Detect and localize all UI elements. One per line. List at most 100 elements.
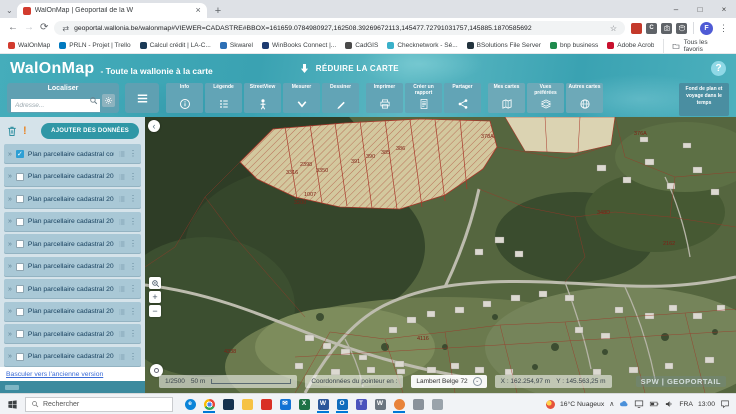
expand-chevron-icon[interactable]: » (8, 173, 12, 180)
taskbar-app-winbooks[interactable]: W (372, 396, 388, 413)
layer-legend-icon[interactable] (118, 218, 126, 226)
layer-legend-icon[interactable] (118, 195, 126, 203)
onedrive-cloud-icon[interactable] (619, 399, 629, 409)
tool-info-button[interactable]: Info (166, 83, 203, 113)
localiser-settings-button[interactable] (102, 94, 115, 107)
layer-legend-icon[interactable] (118, 173, 126, 181)
layer-menu-icon[interactable]: ⋮ (129, 240, 137, 248)
layer-menu-icon[interactable]: ⋮ (129, 150, 137, 158)
tool-legend-button[interactable]: Légende (205, 83, 242, 113)
reduce-map-button[interactable]: RÉDUIRE LA CARTE (299, 63, 399, 74)
tool-layers-button[interactable]: Vues préférées (527, 83, 564, 113)
tool-mapfold-button[interactable]: Mes cartes (488, 83, 525, 113)
taskbar-app-firefox[interactable] (391, 396, 407, 413)
weather-label[interactable]: 16°C Nuageux (560, 401, 604, 408)
layer-legend-icon[interactable] (118, 330, 126, 338)
expand-chevron-icon[interactable]: » (8, 263, 12, 270)
bookmark-item[interactable]: bnp business (550, 42, 598, 49)
layer-checkbox[interactable]: ✓ (16, 150, 24, 158)
url-bar[interactable]: ⇄ geoportal.wallonia.be/walonmap#VIEWER=… (54, 21, 625, 35)
bookmark-item[interactable]: Adobe Acrobat (607, 42, 653, 49)
layer-menu-icon[interactable]: ⋮ (129, 173, 137, 181)
extension-shield-icon[interactable] (631, 23, 642, 34)
layer-menu-icon[interactable]: ⋮ (129, 285, 137, 293)
extension-c-icon[interactable]: C (646, 23, 657, 34)
expand-chevron-icon[interactable]: » (8, 331, 12, 338)
bookmark-item[interactable]: WalOnMap (8, 42, 50, 49)
layer-menu-icon[interactable]: ⋮ (129, 353, 137, 361)
layer-menu-icon[interactable]: ⋮ (129, 218, 137, 226)
bookmark-item[interactable]: Calcul crédit | LA-C... (140, 42, 211, 49)
layer-checkbox[interactable] (16, 240, 24, 248)
taskbar-app-stats[interactable] (429, 396, 445, 413)
layer-legend-icon[interactable] (118, 263, 126, 271)
layer-legend-icon[interactable] (118, 285, 126, 293)
all-bookmarks-button[interactable]: Tous les favoris (663, 39, 728, 53)
url-text[interactable]: geoportal.wallonia.be/walonmap#VIEWER=CA… (74, 25, 605, 32)
layer-row[interactable]: »Plan parcellaire cadastral 2016⋮ (4, 324, 141, 344)
expand-chevron-icon[interactable]: » (8, 353, 12, 360)
taskbar-app-acrobat[interactable] (258, 396, 274, 413)
crs-select[interactable]: Lambert Belge 72 ⌄ (411, 375, 486, 388)
layer-row[interactable]: »Plan parcellaire cadastral 2022⋮ (4, 189, 141, 209)
expand-chevron-icon[interactable]: » (8, 308, 12, 315)
search-icon[interactable] (89, 96, 98, 105)
battery-icon[interactable] (649, 399, 659, 409)
layer-checkbox[interactable] (16, 308, 24, 316)
tab-list-chevron-icon[interactable]: ⌄ (6, 6, 13, 15)
site-controls-icon[interactable]: ⇄ (62, 24, 69, 33)
layer-menu-icon[interactable]: ⋮ (129, 195, 137, 203)
layer-legend-icon[interactable] (118, 308, 126, 316)
tool-globe-button[interactable]: Autres cartes (566, 83, 603, 113)
layer-checkbox[interactable] (16, 330, 24, 338)
layer-menu-icon[interactable]: ⋮ (129, 330, 137, 338)
layer-menu-icon[interactable]: ⋮ (129, 308, 137, 316)
clock[interactable]: 13:00 (698, 401, 715, 408)
sidebar-collapse-button[interactable]: ‹ (148, 120, 160, 132)
layer-legend-icon[interactable] (118, 240, 126, 248)
zoom-box-tool[interactable] (149, 277, 161, 289)
volume-icon[interactable] (664, 399, 674, 409)
layer-legend-icon[interactable] (118, 150, 126, 158)
layer-row[interactable]: »Plan parcellaire cadastral 2015⋮ (4, 347, 141, 367)
expand-chevron-icon[interactable]: » (8, 218, 12, 225)
layer-row[interactable]: »Plan parcellaire cadastral 2017⋮ (4, 302, 141, 322)
weather-icon[interactable] (546, 400, 555, 409)
taskbar-search[interactable]: Rechercher (25, 397, 173, 412)
bookmark-item[interactable]: WinBooks Connect |... (262, 42, 336, 49)
add-data-button[interactable]: AJOUTER DES DONNÉES (41, 123, 139, 139)
bookmark-item[interactable]: CadGIS (345, 42, 378, 49)
window-close-button[interactable]: × (712, 5, 736, 14)
expand-chevron-icon[interactable]: » (8, 196, 12, 203)
layer-legend-icon[interactable] (118, 353, 126, 361)
layer-checkbox[interactable] (16, 195, 24, 203)
tool-report-button[interactable]: Créer un rapport (405, 83, 442, 113)
bookmark-item[interactable]: PRLN - Projet | Trello (59, 42, 130, 49)
taskbar-app-calculator[interactable] (410, 396, 426, 413)
layer-row[interactable]: »Plan parcellaire cadastral 2018⋮ (4, 279, 141, 299)
help-button[interactable]: ? (711, 61, 726, 76)
map-viewport[interactable]: 33162398335039139038538610073200378A376A… (145, 117, 736, 393)
layer-checkbox[interactable] (16, 353, 24, 361)
menu-button[interactable] (125, 83, 159, 113)
new-tab-button[interactable]: + (215, 6, 221, 17)
bookmark-item[interactable]: Skwarel (220, 42, 253, 49)
expand-chevron-icon[interactable]: » (8, 241, 12, 248)
layer-row[interactable]: »Plan parcellaire cadastral 2019⋮ (4, 257, 141, 277)
expand-chevron-icon[interactable]: » (8, 151, 12, 158)
taskbar-app-edge[interactable]: e (182, 396, 198, 413)
tool-person-button[interactable]: StreetView (244, 83, 281, 113)
window-minimize-button[interactable]: – (664, 5, 688, 14)
taskbar-app-word[interactable]: W (315, 396, 331, 413)
layer-row[interactable]: »Plan parcellaire cadastral 2021⋮ (4, 212, 141, 232)
address-input[interactable] (11, 99, 100, 112)
forward-button[interactable]: → (24, 23, 34, 33)
extension-camera-icon[interactable] (661, 23, 672, 34)
bookmark-item[interactable]: BSolutions File Server (467, 42, 541, 49)
expand-chevron-icon[interactable]: » (8, 286, 12, 293)
scale-value[interactable]: 1/2500 (165, 378, 185, 385)
taskbar-app-excel[interactable]: X (296, 396, 312, 413)
bookmark-star-icon[interactable]: ☆ (610, 24, 617, 33)
old-version-link[interactable]: Basculer vers l'ancienne version (6, 371, 103, 378)
layer-row[interactable]: »Plan parcellaire cadastral 2020⋮ (4, 234, 141, 254)
